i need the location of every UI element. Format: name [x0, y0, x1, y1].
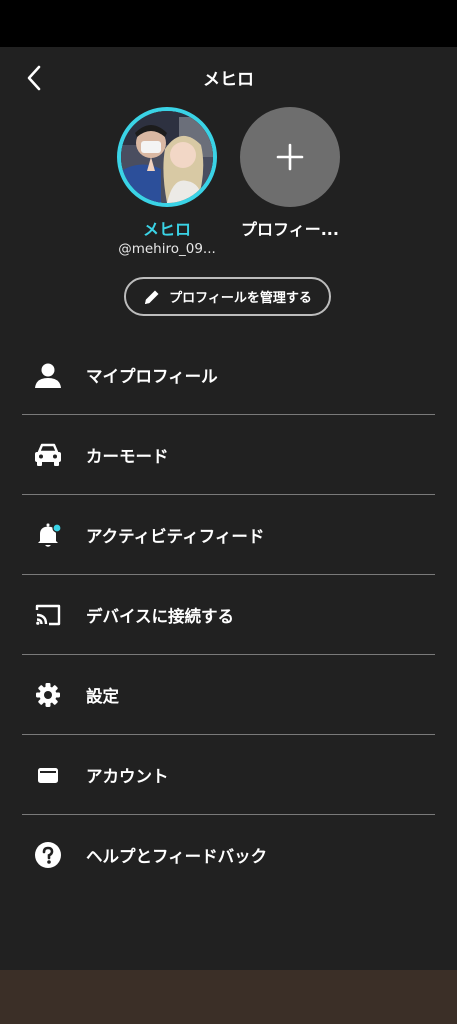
manage-profiles-button[interactable]: プロフィールを管理する: [124, 277, 331, 316]
menu-item-label: アカウント: [86, 766, 169, 786]
menu-item-label: アクティビティフィード: [86, 526, 265, 546]
profile-switcher: メヒロ @mehiro_09... プロフィー...: [0, 107, 457, 267]
help-icon: [32, 839, 64, 871]
menu-item-label: マイプロフィール: [86, 366, 218, 386]
status-bar: [0, 0, 457, 47]
menu-item-label: デバイスに接続する: [86, 606, 235, 626]
menu-item-label: ヘルプとフィードバック: [86, 846, 268, 866]
menu-item-activity-feed[interactable]: アクティビティフィード: [22, 495, 435, 575]
wallet-icon: [32, 759, 64, 791]
menu-item-label: カーモード: [86, 446, 169, 466]
menu-item-car-mode[interactable]: カーモード: [22, 415, 435, 495]
person-icon: [32, 359, 64, 391]
profile-name: プロフィー...: [241, 220, 339, 239]
pencil-icon: [145, 290, 159, 304]
menu-item-my-profile[interactable]: マイプロフィール: [22, 335, 435, 415]
menu-item-settings[interactable]: 設定: [22, 655, 435, 735]
plus-icon: [276, 143, 304, 171]
car-icon: [32, 439, 64, 471]
add-profile-button[interactable]: [240, 107, 340, 207]
menu-item-connect-device[interactable]: デバイスに接続する: [22, 575, 435, 655]
profile-add[interactable]: プロフィー...: [225, 107, 355, 240]
profile-current[interactable]: メヒロ @mehiro_09...: [102, 107, 232, 257]
profile-name: メヒロ: [142, 220, 191, 239]
menu-item-account[interactable]: アカウント: [22, 735, 435, 815]
menu-item-help-feedback[interactable]: ヘルプとフィードバック: [22, 815, 435, 894]
bell-icon: [32, 519, 64, 551]
cast-icon: [32, 599, 64, 631]
profile-handle: @mehiro_09...: [118, 241, 216, 257]
bottom-bar: [0, 970, 457, 1024]
menu-list: マイプロフィール カーモード アクティビティフィード デバイスに接続する 設定 …: [22, 335, 435, 894]
header: メヒロ: [0, 47, 457, 107]
avatar[interactable]: [117, 107, 217, 207]
avatar-photo: [121, 111, 213, 203]
page-title: メヒロ: [203, 70, 254, 90]
menu-item-label: 設定: [86, 686, 119, 706]
manage-profiles-label: プロフィールを管理する: [169, 291, 312, 306]
gear-icon: [32, 679, 64, 711]
